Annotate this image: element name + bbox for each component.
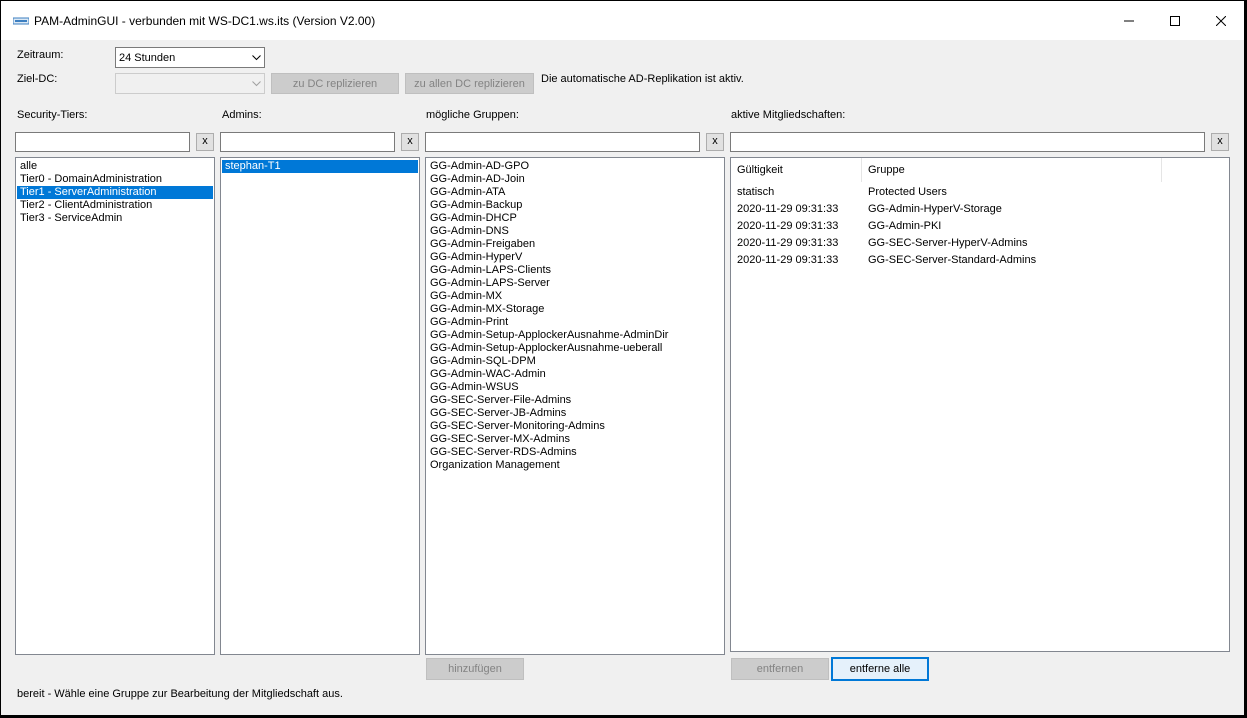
memberships-filter-clear-button[interactable]: x bbox=[1211, 133, 1229, 151]
zeitraum-value: 24 Stunden bbox=[119, 52, 176, 64]
zieldc-label: Ziel-DC: bbox=[17, 73, 58, 85]
zeitraum-select[interactable]: 24 Stunden bbox=[115, 47, 265, 68]
group-list-item[interactable]: GG-SEC-Server-JB-Admins bbox=[427, 407, 723, 420]
window-title: PAM-AdminGUI - verbunden mit WS-DC1.ws.i… bbox=[34, 14, 376, 28]
tier-list-item[interactable]: Tier0 - DomainAdministration bbox=[17, 173, 213, 186]
group-list-item[interactable]: GG-Admin-DNS bbox=[427, 225, 723, 238]
security-tiers-label: Security-Tiers: bbox=[17, 109, 88, 121]
memberships-listview[interactable]: Gültigkeit Gruppe statisch Protected User… bbox=[730, 157, 1230, 652]
group-list-item[interactable]: GG-Admin-HyperV bbox=[427, 251, 723, 264]
groups-label: mögliche Gruppen: bbox=[426, 109, 519, 121]
groups-filter-clear-button[interactable]: x bbox=[706, 133, 724, 151]
membership-row[interactable]: statisch Protected Users bbox=[731, 184, 1229, 201]
membership-group: GG-Admin-PKI bbox=[868, 220, 942, 232]
membership-group: GG-SEC-Server-HyperV-Admins bbox=[868, 237, 1028, 249]
chevron-down-icon bbox=[252, 81, 261, 87]
remove-button[interactable]: entfernen bbox=[731, 658, 829, 680]
group-list-item[interactable]: GG-Admin-WAC-Admin bbox=[427, 368, 723, 381]
group-list-item[interactable]: GG-Admin-MX bbox=[427, 290, 723, 303]
admins-filter-clear-button[interactable]: x bbox=[401, 133, 419, 151]
tiers-filter-clear-button[interactable]: x bbox=[196, 133, 214, 151]
membership-group: GG-SEC-Server-Standard-Admins bbox=[868, 254, 1037, 266]
memberships-label: aktive Mitgliedschaften: bbox=[731, 109, 846, 121]
replication-status: Die automatische AD-Replikation ist akti… bbox=[541, 73, 744, 85]
admin-list-item[interactable]: stephan-T1 bbox=[222, 160, 418, 173]
zeitraum-label: Zeitraum: bbox=[17, 49, 64, 61]
security-tiers-list[interactable]: alle Tier0 - DomainAdministration Tier1 - … bbox=[15, 157, 215, 655]
group-list-item[interactable]: GG-Admin-ATA bbox=[427, 186, 723, 199]
admins-label: Admins: bbox=[222, 109, 262, 121]
replicate-to-dc-button[interactable]: zu DC replizieren bbox=[271, 73, 399, 94]
memberships-header: Gültigkeit Gruppe bbox=[731, 158, 1229, 182]
group-list-item[interactable]: GG-Admin-AD-GPO bbox=[427, 160, 723, 173]
replicate-to-all-dc-button[interactable]: zu allen DC replizieren bbox=[405, 73, 534, 94]
group-list-item[interactable]: GG-Admin-DHCP bbox=[427, 212, 723, 225]
memberships-filter-input[interactable] bbox=[730, 132, 1205, 152]
column-header-gruppe[interactable]: Gruppe bbox=[862, 158, 1162, 182]
membership-group: GG-Admin-HyperV-Storage bbox=[868, 203, 1002, 215]
maximize-icon bbox=[1170, 15, 1180, 26]
group-list-item[interactable]: GG-Admin-Setup-ApplockerAusnahme-AdminDi… bbox=[427, 329, 723, 342]
group-list-item[interactable]: GG-Admin-MX-Storage bbox=[427, 303, 723, 316]
membership-row[interactable]: 2020-11-29 09:31:33 GG-SEC-Server-Standar… bbox=[731, 252, 1229, 269]
column-header-gueltigkeit[interactable]: Gültigkeit bbox=[731, 158, 862, 182]
tier-list-item[interactable]: alle bbox=[17, 160, 213, 173]
app-icon bbox=[13, 17, 29, 25]
minimize-icon bbox=[1124, 20, 1134, 21]
close-icon bbox=[1216, 15, 1226, 26]
remove-all-button[interactable]: entferne alle bbox=[831, 657, 929, 681]
group-list-item[interactable]: GG-Admin-Print bbox=[427, 316, 723, 329]
group-list-item[interactable]: GG-Admin-Backup bbox=[427, 199, 723, 212]
group-list-item[interactable]: GG-SEC-Server-RDS-Admins bbox=[427, 446, 723, 459]
group-list-item[interactable]: GG-SEC-Server-MX-Admins bbox=[427, 433, 723, 446]
title-bar: PAM-AdminGUI - verbunden mit WS-DC1.ws.i… bbox=[1, 1, 1244, 40]
add-button[interactable]: hinzufügen bbox=[426, 658, 524, 680]
group-list-item[interactable]: GG-Admin-SQL-DPM bbox=[427, 355, 723, 368]
group-list-item[interactable]: GG-SEC-Server-File-Admins bbox=[427, 394, 723, 407]
membership-validity: 2020-11-29 09:31:33 bbox=[737, 220, 839, 232]
zieldc-select[interactable] bbox=[115, 73, 265, 94]
tier-list-item[interactable]: Tier1 - ServerAdministration bbox=[17, 186, 213, 199]
membership-group: Protected Users bbox=[868, 186, 947, 198]
tiers-filter-input[interactable] bbox=[15, 132, 190, 152]
membership-row[interactable]: 2020-11-29 09:31:33 GG-SEC-Server-HyperV-… bbox=[731, 235, 1229, 252]
admins-filter-input[interactable] bbox=[220, 132, 395, 152]
group-list-item[interactable]: GG-Admin-LAPS-Server bbox=[427, 277, 723, 290]
maximize-button[interactable] bbox=[1152, 1, 1198, 40]
membership-validity: 2020-11-29 09:31:33 bbox=[737, 203, 839, 215]
group-list-item[interactable]: GG-Admin-Setup-ApplockerAusnahme-ueberal… bbox=[427, 342, 723, 355]
status-text: bereit - Wähle eine Gruppe zur Bearbeitu… bbox=[17, 688, 343, 700]
admins-list[interactable]: stephan-T1 bbox=[220, 157, 420, 655]
group-list-item[interactable]: Organization Management bbox=[427, 459, 723, 472]
group-list-item[interactable]: GG-Admin-LAPS-Clients bbox=[427, 264, 723, 277]
membership-validity: statisch bbox=[737, 186, 775, 198]
close-button[interactable] bbox=[1198, 1, 1244, 40]
membership-validity: 2020-11-29 09:31:33 bbox=[737, 254, 839, 266]
groups-list[interactable]: GG-Admin-AD-GPO GG-Admin-AD-Join GG-Admin-… bbox=[425, 157, 725, 655]
membership-row[interactable]: 2020-11-29 09:31:33 GG-Admin-HyperV-Stora… bbox=[731, 201, 1229, 218]
membership-validity: 2020-11-29 09:31:33 bbox=[737, 237, 839, 249]
membership-row[interactable]: 2020-11-29 09:31:33 GG-Admin-PKI bbox=[731, 218, 1229, 235]
tier-list-item[interactable]: Tier2 - ClientAdministration bbox=[17, 199, 213, 212]
group-list-item[interactable]: GG-Admin-AD-Join bbox=[427, 173, 723, 186]
group-list-item[interactable]: GG-SEC-Server-Monitoring-Admins bbox=[427, 420, 723, 433]
group-list-item[interactable]: GG-Admin-Freigaben bbox=[427, 238, 723, 251]
minimize-button[interactable] bbox=[1106, 1, 1152, 40]
chevron-down-icon bbox=[252, 55, 261, 61]
groups-filter-input[interactable] bbox=[425, 132, 700, 152]
main-window: PAM-AdminGUI - verbunden mit WS-DC1.ws.i… bbox=[1, 1, 1244, 715]
tier-list-item[interactable]: Tier3 - ServiceAdmin bbox=[17, 212, 213, 225]
group-list-item[interactable]: GG-Admin-WSUS bbox=[427, 381, 723, 394]
